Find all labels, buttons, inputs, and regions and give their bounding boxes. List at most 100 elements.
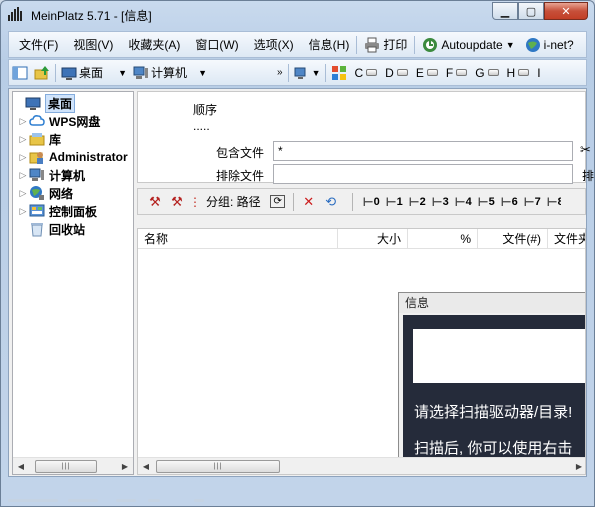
tree-item-library[interactable]: ▷ 库	[13, 130, 133, 148]
title-bar[interactable]: MeinPlatz 5.71 - [信息] ▁ ▢ ✕	[1, 1, 594, 28]
column-percent[interactable]: %	[408, 229, 478, 249]
scroll-right-icon[interactable]: ▶	[571, 462, 585, 471]
menu-options[interactable]: 选项(X)	[244, 32, 299, 57]
scroll-thumb[interactable]: |||	[35, 459, 97, 473]
scroll-left-icon[interactable]: ◀	[138, 462, 154, 471]
expand-arrow-icon[interactable]: ▷	[17, 152, 29, 163]
inet-button[interactable]: i-net?	[520, 32, 579, 57]
windows-drive-button[interactable]	[328, 60, 350, 85]
include-files-input[interactable]	[273, 141, 573, 161]
level-5-button[interactable]: ⊢ 5	[478, 195, 501, 209]
drive-letter: H	[506, 65, 516, 80]
scroll-thumb[interactable]: |||	[156, 459, 280, 473]
hammer-button[interactable]: ⚒	[144, 191, 166, 213]
expand-arrow-icon[interactable]: ▷	[17, 188, 29, 199]
tree-item-administrator[interactable]: ▷ Administrator	[13, 148, 133, 166]
window-controls: ▁ ▢ ✕	[492, 2, 588, 20]
order-value[interactable]: .....	[193, 119, 210, 133]
drive-h[interactable]: H	[503, 66, 534, 80]
expand-arrow-icon[interactable]: ▷	[17, 116, 29, 127]
menu-file[interactable]: 文件(F)	[9, 32, 63, 57]
search-tool-icon[interactable]: ✂	[580, 142, 591, 158]
computer-dropdown[interactable]: 计算机 ▼	[130, 60, 210, 85]
client-area: 桌面 ▷ WPS网盘 ▷ 库 ▷ Administrator ▷ 计算机 ▷ 网…	[8, 88, 594, 477]
level-3-button[interactable]: ⊢ 3	[432, 195, 455, 209]
tree-level-icon: ⊢	[408, 194, 420, 209]
desktop-icon	[25, 97, 41, 110]
drive-c[interactable]: C	[350, 66, 381, 80]
level-2-button[interactable]: ⊢ 2	[409, 195, 432, 209]
menu-bar: 文件(F) 视图(V) 收藏夹(A) 窗口(W) 选项(X) 信息(H) 打印 …	[8, 31, 587, 58]
level-1-button[interactable]: ⊢ 1	[386, 195, 409, 209]
more-button[interactable]: »	[274, 60, 286, 85]
bars-icon: ⋮	[189, 194, 201, 209]
tree-item-computer[interactable]: ▷ 计算机	[13, 166, 133, 184]
desktop-dropdown[interactable]: 桌面 ▼	[58, 60, 130, 85]
scroll-left-icon[interactable]: ◀	[13, 462, 29, 471]
windows-icon	[332, 65, 347, 80]
tree-item-control-panel[interactable]: ▷ 控制面板	[13, 202, 133, 220]
autoupdate-button[interactable]: Autoupdate ▼	[417, 32, 519, 57]
expand-arrow-icon[interactable]: ▷	[17, 206, 29, 217]
column-folders[interactable]: 文件夹	[548, 229, 585, 249]
refresh-button[interactable]: ⟳	[267, 191, 289, 213]
tree-item-recycle-bin[interactable]: 回收站	[13, 220, 133, 238]
level-6-button[interactable]: ⊢ 6	[501, 195, 524, 209]
drive-g[interactable]: G	[471, 66, 502, 80]
drive-i[interactable]: I	[533, 66, 544, 80]
toolbar-separator	[351, 192, 353, 211]
results-grid: 名称 大小 % 文件(#) 文件夹 信息 请选择扫描驱动器/目录! 扫描后, 你…	[137, 228, 586, 475]
menu-window[interactable]: 窗口(W)	[185, 32, 243, 57]
hammer-alt-button[interactable]: ⚒	[166, 191, 188, 213]
group-by-label[interactable]: 分组: 路径	[206, 193, 261, 210]
computer-label: 计算机	[151, 66, 188, 80]
tree-item-label: 控制面板	[49, 204, 98, 219]
print-button[interactable]: 打印	[359, 32, 412, 57]
level-7-button[interactable]: ⊢ 7	[524, 195, 547, 209]
delete-button[interactable]: ✕	[298, 191, 320, 213]
expand-arrow-icon[interactable]: ▷	[17, 134, 29, 145]
scroll-right-icon[interactable]: ▶	[117, 462, 133, 471]
tree-item-label: 回收站	[49, 222, 86, 237]
level-4-button[interactable]: ⊢ 4	[455, 195, 478, 209]
window-title: MeinPlatz 5.71 - [信息]	[31, 9, 152, 23]
menu-favorites[interactable]: 收藏夹(A)	[118, 32, 185, 57]
drive-f[interactable]: F	[442, 66, 471, 80]
level-0-button[interactable]: ⊢ 0	[363, 195, 386, 209]
close-icon: ✕	[561, 5, 571, 18]
column-size[interactable]: 大小	[338, 229, 408, 249]
column-files[interactable]: 文件(#)	[478, 229, 548, 249]
drive-e[interactable]: E	[412, 66, 442, 80]
menu-view[interactable]: 视图(V)	[63, 32, 118, 57]
tree-item-desktop[interactable]: 桌面	[13, 93, 133, 113]
level-8-button[interactable]: ⊢8	[547, 195, 561, 209]
grid-horizontal-scrollbar[interactable]: ◀ ||| ▶	[138, 457, 585, 474]
tree-item-wps[interactable]: ▷ WPS网盘	[13, 112, 133, 130]
column-name[interactable]: 名称	[138, 229, 338, 249]
up-folder-button[interactable]	[31, 60, 53, 85]
level-number: 1	[396, 195, 403, 208]
delete-icon: ✕	[303, 193, 315, 209]
layout-button[interactable]	[9, 60, 31, 85]
close-button[interactable]: ✕	[544, 2, 588, 20]
status-segment	[8, 499, 58, 502]
expand-arrow-icon[interactable]: ▷	[17, 170, 29, 181]
autoupdate-icon	[423, 37, 438, 52]
drives-view-dropdown[interactable]: ▼	[291, 60, 324, 85]
autoupdate-label: Autoupdate	[441, 37, 503, 52]
exclude-files-input[interactable]	[273, 164, 573, 184]
bars-button[interactable]: ⋮	[188, 191, 202, 213]
clear-button[interactable]: ⟲	[320, 191, 342, 213]
drive-icon	[456, 69, 468, 76]
tree-item-network[interactable]: ▷ 网络	[13, 184, 133, 202]
maximize-button[interactable]: ▢	[518, 2, 544, 20]
menu-info[interactable]: 信息(H)	[299, 32, 355, 57]
tree-horizontal-scrollbar[interactable]: ◀ ||| ▶	[13, 457, 133, 474]
drive-d[interactable]: D	[381, 66, 412, 80]
tree-item-label: 桌面	[45, 93, 76, 113]
maximize-icon: ▢	[525, 5, 537, 18]
minimize-button[interactable]: ▁	[492, 2, 518, 20]
filter-panel: 顺序 ..... 包含文件 ✂ 排除文件 排	[137, 91, 594, 184]
level-number: 5	[488, 195, 495, 208]
folder-tree: 桌面 ▷ WPS网盘 ▷ 库 ▷ Administrator ▷ 计算机 ▷ 网…	[12, 91, 134, 475]
